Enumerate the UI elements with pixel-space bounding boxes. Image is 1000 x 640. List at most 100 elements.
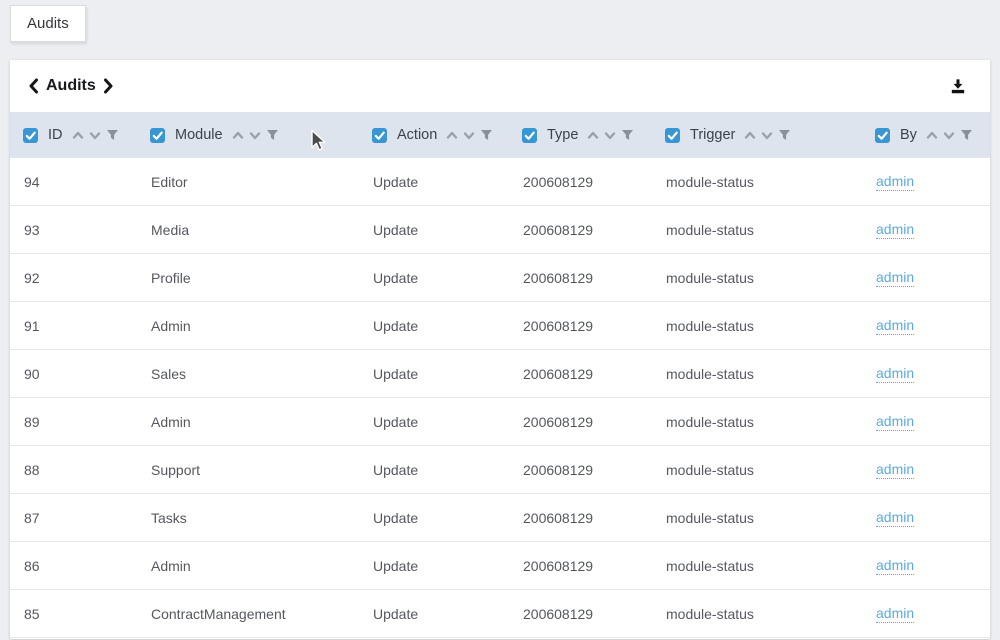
- cell-trigger: module-status: [652, 366, 862, 382]
- column-checkbox-type[interactable]: [522, 128, 537, 143]
- table-row: 93 Media Update 200608129 module-status …: [10, 206, 990, 254]
- cell-type: 200608129: [509, 462, 652, 478]
- cell-module: Media: [137, 222, 359, 238]
- filter-icon[interactable]: [778, 129, 791, 141]
- cell-type: 200608129: [509, 558, 652, 574]
- cell-module: Admin: [137, 318, 359, 334]
- cell-id: 86: [10, 558, 137, 574]
- column-checkbox-id[interactable]: [23, 128, 38, 143]
- by-user-link[interactable]: admin: [876, 173, 914, 191]
- sort-desc-icon[interactable]: [604, 130, 616, 141]
- column-checkbox-module[interactable]: [150, 128, 165, 143]
- column-label-by: By: [900, 127, 917, 143]
- table-row: 88 Support Update 200608129 module-statu…: [10, 446, 990, 494]
- column-header-action: Action: [359, 112, 509, 158]
- cell-id: 88: [10, 462, 137, 478]
- filter-icon[interactable]: [960, 129, 973, 141]
- sort-asc-icon[interactable]: [446, 130, 458, 141]
- cell-id: 92: [10, 270, 137, 286]
- filter-icon[interactable]: [266, 129, 279, 141]
- cell-id: 93: [10, 222, 137, 238]
- cell-action: Update: [359, 510, 509, 526]
- chevron-left-icon[interactable]: [28, 78, 39, 94]
- by-user-link[interactable]: admin: [876, 605, 914, 623]
- sort-asc-icon[interactable]: [926, 130, 938, 141]
- cell-trigger: module-status: [652, 462, 862, 478]
- by-user-link[interactable]: admin: [876, 413, 914, 431]
- download-icon[interactable]: [946, 75, 970, 98]
- table-row: 91 Admin Update 200608129 module-status …: [10, 302, 990, 350]
- cell-id: 85: [10, 606, 137, 622]
- by-user-link[interactable]: admin: [876, 269, 914, 287]
- by-user-link[interactable]: admin: [876, 221, 914, 239]
- table-row: 92 Profile Update 200608129 module-statu…: [10, 254, 990, 302]
- cell-action: Update: [359, 462, 509, 478]
- sort-asc-icon[interactable]: [232, 130, 244, 141]
- tab-audits[interactable]: Audits: [10, 5, 86, 42]
- table-row: 85 ContractManagement Update 200608129 m…: [10, 590, 990, 638]
- sort-asc-icon[interactable]: [72, 130, 84, 141]
- by-user-link[interactable]: admin: [876, 365, 914, 383]
- table-row: 90 Sales Update 200608129 module-status …: [10, 350, 990, 398]
- column-header-id: ID: [10, 112, 137, 158]
- sort-desc-icon[interactable]: [943, 130, 955, 141]
- column-label-module: Module: [175, 127, 223, 143]
- table-row: 86 Admin Update 200608129 module-status …: [10, 542, 990, 590]
- cell-by: admin: [862, 173, 990, 191]
- cell-by: admin: [862, 509, 990, 527]
- column-header-type: Type: [509, 112, 652, 158]
- cell-type: 200608129: [509, 222, 652, 238]
- by-user-link[interactable]: admin: [876, 461, 914, 479]
- cell-module: ContractManagement: [137, 606, 359, 622]
- cell-action: Update: [359, 606, 509, 622]
- sort-asc-icon[interactable]: [587, 130, 599, 141]
- panel-header: Audits: [10, 60, 990, 112]
- cell-by: admin: [862, 557, 990, 575]
- cell-action: Update: [359, 558, 509, 574]
- cell-type: 200608129: [509, 174, 652, 190]
- by-user-link[interactable]: admin: [876, 557, 914, 575]
- table-header-row: ID Module Action Type Tr: [10, 112, 990, 158]
- cell-module: Profile: [137, 270, 359, 286]
- by-user-link[interactable]: admin: [876, 509, 914, 527]
- cell-by: admin: [862, 269, 990, 287]
- panel-title-group: Audits: [28, 77, 114, 95]
- sort-desc-icon[interactable]: [761, 130, 773, 141]
- sort-desc-icon[interactable]: [463, 130, 475, 141]
- sort-desc-icon[interactable]: [89, 130, 101, 141]
- filter-icon[interactable]: [621, 129, 634, 141]
- sort-desc-icon[interactable]: [249, 130, 261, 141]
- cell-type: 200608129: [509, 414, 652, 430]
- cell-action: Update: [359, 318, 509, 334]
- column-checkbox-by[interactable]: [875, 128, 890, 143]
- column-header-by: By: [862, 112, 990, 158]
- cell-id: 87: [10, 510, 137, 526]
- cell-type: 200608129: [509, 270, 652, 286]
- cell-id: 94: [10, 174, 137, 190]
- filter-icon[interactable]: [480, 129, 493, 141]
- by-user-link[interactable]: admin: [876, 317, 914, 335]
- column-header-trigger: Trigger: [652, 112, 862, 158]
- tab-audits-label: Audits: [27, 15, 69, 32]
- column-checkbox-trigger[interactable]: [665, 128, 680, 143]
- cell-trigger: module-status: [652, 414, 862, 430]
- cell-trigger: module-status: [652, 174, 862, 190]
- cell-by: admin: [862, 461, 990, 479]
- cell-by: admin: [862, 365, 990, 383]
- cell-module: Editor: [137, 174, 359, 190]
- cell-action: Update: [359, 366, 509, 382]
- cell-action: Update: [359, 270, 509, 286]
- panel-title: Audits: [46, 77, 96, 95]
- cell-trigger: module-status: [652, 318, 862, 334]
- cell-trigger: module-status: [652, 222, 862, 238]
- column-header-module: Module: [137, 112, 359, 158]
- cell-module: Tasks: [137, 510, 359, 526]
- cell-trigger: module-status: [652, 606, 862, 622]
- sort-asc-icon[interactable]: [744, 130, 756, 141]
- cell-trigger: module-status: [652, 510, 862, 526]
- cell-by: admin: [862, 605, 990, 623]
- column-checkbox-action[interactable]: [372, 128, 387, 143]
- chevron-right-icon[interactable]: [103, 78, 114, 94]
- column-label-action: Action: [397, 127, 437, 143]
- filter-icon[interactable]: [106, 129, 119, 141]
